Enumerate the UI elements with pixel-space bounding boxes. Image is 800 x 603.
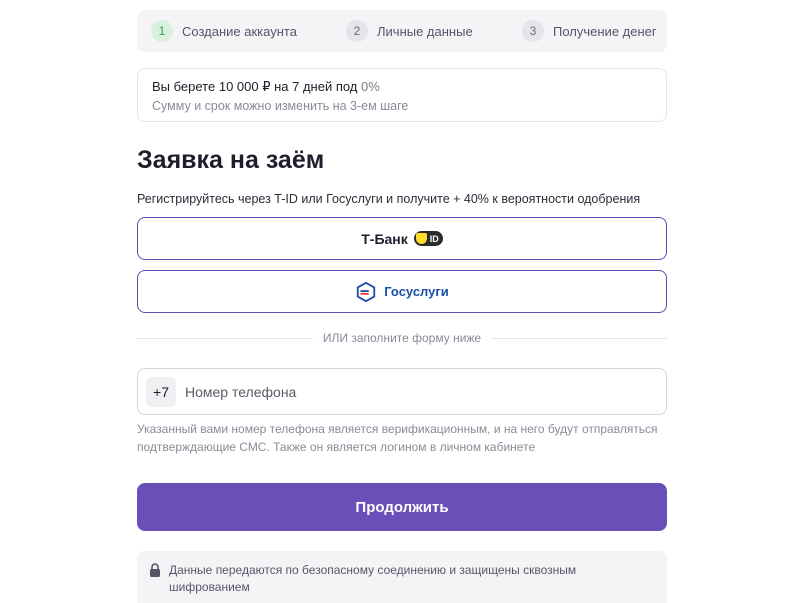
step-label: Получение денег (553, 23, 657, 39)
step-label: Создание аккаунта (182, 23, 297, 39)
or-divider: ИЛИ заполните форму ниже (137, 331, 667, 345)
progress-steps: 1 Создание аккаунта 2 Личные данные 3 По… (137, 10, 667, 52)
step-number: 2 (346, 20, 368, 42)
step-number: 1 (151, 20, 173, 42)
phone-field[interactable]: +7 (137, 368, 667, 415)
page-subtitle: Регистрируйтесь через T-ID или Госуслуги… (137, 192, 641, 206)
lock-icon (150, 563, 160, 577)
loan-offer-summary: Вы берете 10 000 ₽ на 7 дней под 0% Сумм… (137, 68, 667, 122)
gosuslugi-label: Госуслуги (384, 284, 449, 299)
tbank-label: Т-Банк (361, 230, 408, 247)
offer-terms: Вы берете 10 000 ₽ на 7 дней под 0% (152, 79, 652, 95)
divider-line (137, 337, 313, 339)
divider-line (491, 337, 667, 339)
phone-country-code: +7 (146, 376, 176, 407)
page-title: Заявка на заём (137, 146, 325, 174)
step-label: Личные данные (377, 23, 473, 39)
tid-shield-icon (415, 233, 427, 244)
continue-button[interactable]: Продолжить (137, 483, 667, 531)
secure-text: Данные передаются по безопасному соедине… (169, 563, 577, 594)
tid-badge-text: ID (429, 233, 439, 244)
phone-input[interactable] (185, 376, 645, 407)
secure-connection-note: Данные передаются по безопасному соедине… (137, 551, 667, 603)
offer-rate: 0% (361, 79, 380, 94)
step-get-money: 3 Получение денег (522, 20, 657, 42)
step-account-creation: 1 Создание аккаунта (151, 20, 297, 42)
gosuslugi-button[interactable]: Госуслуги (137, 270, 667, 313)
phone-hint: Указанный вами номер телефона является в… (137, 422, 658, 454)
step-personal-data: 2 Личные данные (346, 20, 473, 42)
divider-text: ИЛИ заполните форму ниже (322, 331, 482, 345)
offer-prefix: Вы берете 10 000 ₽ на 7 дней под (152, 79, 362, 94)
step-number: 3 (522, 20, 544, 42)
tid-badge: ID (413, 231, 443, 246)
gosuslugi-logo-icon (357, 281, 376, 302)
offer-note: Сумму и срок можно изменить на 3-ем шаге (152, 99, 409, 113)
tbank-id-button[interactable]: Т-Банк ID (137, 217, 667, 260)
